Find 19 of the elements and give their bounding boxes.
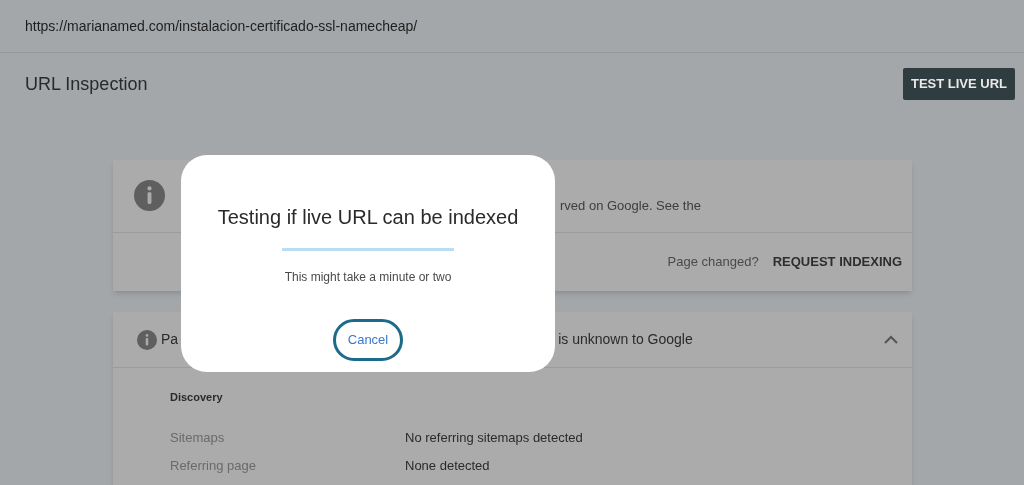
row-value: No referring sitemaps detected bbox=[405, 428, 583, 447]
row-label: Referring page bbox=[170, 456, 257, 475]
page-changed-label: Page changed? bbox=[667, 253, 759, 272]
page-title: URL Inspection bbox=[25, 72, 148, 96]
coverage-title-end: is unknown to Google bbox=[558, 330, 693, 349]
request-indexing-button[interactable]: REQUEST INDEXING bbox=[772, 252, 902, 272]
chevron-up-icon[interactable] bbox=[884, 335, 898, 344]
section-heading: Discovery bbox=[170, 390, 224, 405]
dialog-message: This might take a minute or two bbox=[284, 269, 452, 286]
dialog-title: Testing if live URL can be indexed bbox=[217, 205, 519, 230]
coverage-title-start: Pa bbox=[161, 330, 179, 349]
page-url: https://marianamed.com/instalacion-certificado-ssl-namecheap/ bbox=[25, 16, 418, 36]
row-value: None detected bbox=[405, 456, 490, 475]
status-description: rved on Google. See the bbox=[560, 197, 701, 215]
cancel-button[interactable]: Cancel bbox=[333, 319, 403, 361]
info-icon bbox=[134, 180, 165, 211]
info-icon bbox=[137, 329, 157, 350]
row-label: Sitemaps bbox=[170, 428, 226, 447]
test-live-url-button[interactable]: TEST LIVE URL bbox=[902, 68, 1015, 100]
